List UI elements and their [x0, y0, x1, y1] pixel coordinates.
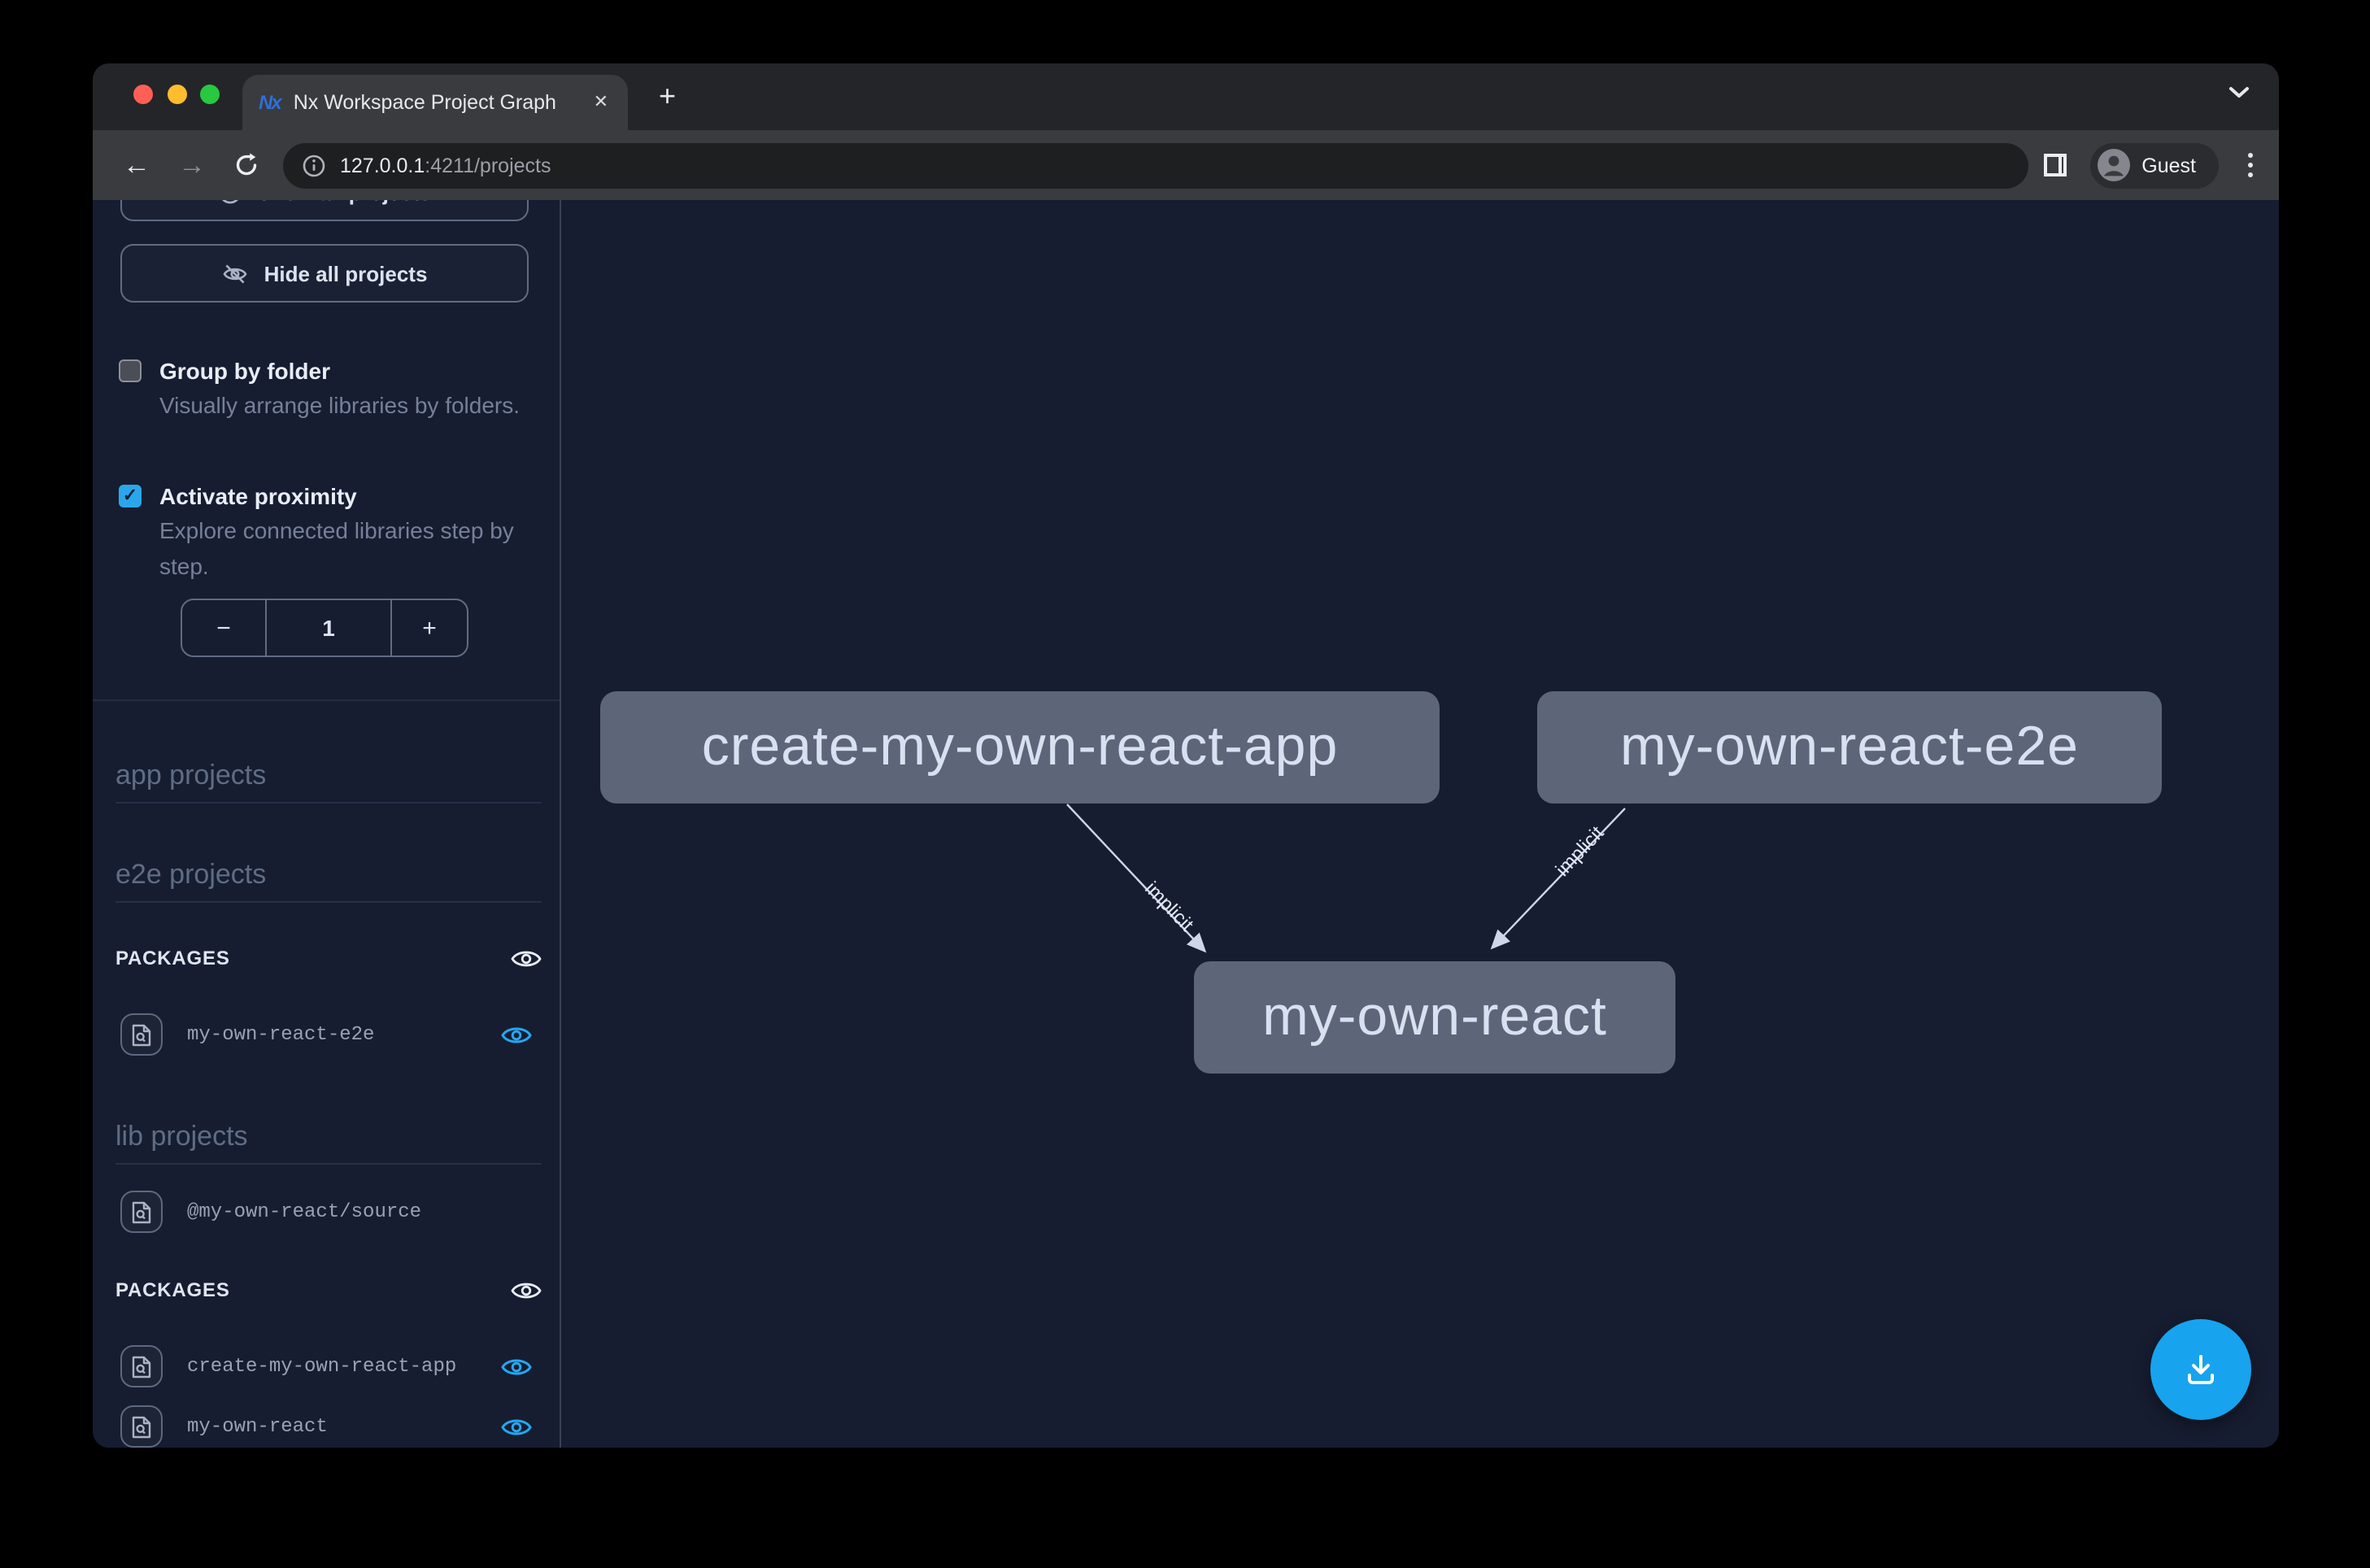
lib-projects-heading: lib projects	[115, 1121, 542, 1165]
eye-icon[interactable]	[511, 1279, 542, 1300]
browser-toolbar: ← → 127.0.0.1:4211/projects Gu	[93, 130, 2279, 200]
activate-proximity-description: Explore connected libraries step by step…	[159, 512, 534, 584]
show-all-label: Show all projects	[257, 200, 431, 204]
project-row-my-own-react-e2e: my-own-react-e2e	[120, 1013, 542, 1056]
url-host: 127.0.0.1	[340, 154, 425, 176]
browser-window: Nx Nx Workspace Project Graph ✕ + ← → 12…	[93, 63, 2279, 1448]
packages-section-header: PACKAGES	[115, 1278, 542, 1301]
sidebar-divider	[93, 699, 561, 701]
file-search-button[interactable]	[120, 1013, 163, 1056]
edge-label: implicit	[1140, 878, 1198, 936]
close-tab-icon[interactable]: ✕	[590, 90, 612, 115]
eye-icon[interactable]	[511, 947, 542, 969]
project-row-create-my-own-react-app: create-my-own-react-app	[120, 1345, 542, 1387]
avatar-icon	[2096, 148, 2130, 182]
profile-name: Guest	[2141, 154, 2196, 176]
eye-off-icon	[222, 259, 250, 287]
activate-proximity-label: Activate proximity	[159, 483, 357, 509]
decrement-button[interactable]: −	[182, 600, 265, 656]
packages-title: PACKAGES	[115, 1278, 230, 1301]
split-view-icon[interactable]	[2042, 153, 2067, 177]
chevron-down-icon[interactable]	[2228, 86, 2250, 99]
group-by-folder-option: Group by folder Visually arrange librari…	[119, 358, 540, 423]
group-by-folder-description: Visually arrange libraries by folders.	[159, 387, 534, 423]
project-row-my-own-react-source: @my-own-react/source	[120, 1191, 542, 1233]
packages-section-header: PACKAGES	[115, 947, 542, 969]
graph-node-my-own-react-e2e[interactable]: my-own-react-e2e	[1537, 691, 2162, 804]
address-bar[interactable]: 127.0.0.1:4211/projects	[283, 142, 2028, 188]
file-search-button[interactable]	[120, 1191, 163, 1233]
stepper-value: 1	[265, 600, 392, 656]
eye-icon-blue[interactable]	[501, 1416, 532, 1437]
sidebar: Show all projects Hide all projects	[93, 200, 561, 1448]
close-window-button[interactable]	[133, 85, 153, 104]
minimize-window-button[interactable]	[167, 85, 186, 104]
eye-icon-blue[interactable]	[501, 1356, 532, 1377]
new-tab-button[interactable]: +	[659, 81, 676, 111]
eye-icon-blue[interactable]	[501, 1024, 532, 1045]
hide-all-label: Hide all projects	[264, 261, 428, 285]
tab-title: Nx Workspace Project Graph	[294, 91, 577, 114]
nx-logo-icon: Nx	[259, 91, 281, 114]
tab-nx-workspace-project-graph[interactable]: Nx Nx Workspace Project Graph ✕	[242, 75, 628, 130]
back-icon[interactable]: ←	[115, 144, 158, 186]
hide-all-projects-button[interactable]: Hide all projects	[120, 244, 529, 303]
e2e-projects-heading: e2e projects	[115, 859, 542, 903]
increment-button[interactable]: +	[392, 600, 467, 656]
kebab-menu-icon[interactable]	[2241, 153, 2259, 177]
url-path: :4211/projects	[425, 154, 551, 176]
nx-graph-app: Show all projects Hide all projects	[93, 200, 2279, 1448]
traffic-lights	[133, 85, 220, 104]
download-icon	[2181, 1350, 2220, 1389]
activate-proximity-option: ✓ Activate proximity Explore connected l…	[119, 483, 540, 584]
download-graph-button[interactable]	[2150, 1319, 2251, 1420]
edge-e2e-to-my-own-react[interactable]	[1493, 808, 1625, 947]
activate-proximity-checkbox[interactable]: ✓	[119, 485, 142, 507]
show-all-icon	[218, 200, 242, 204]
group-by-folder-checkbox[interactable]	[119, 359, 142, 382]
project-row-my-own-react: my-own-react	[120, 1405, 542, 1448]
profile-button[interactable]: Guest	[2089, 142, 2219, 188]
info-icon[interactable]	[303, 154, 325, 176]
group-by-folder-label: Group by folder	[159, 358, 330, 384]
packages-title: PACKAGES	[115, 947, 230, 969]
graph-edges: implicit implicit	[561, 200, 2279, 1448]
project-name[interactable]: my-own-react	[187, 1415, 501, 1438]
show-all-projects-button[interactable]: Show all projects	[120, 200, 529, 221]
project-graph-canvas[interactable]: implicit implicit create-my-own-react-ap…	[561, 200, 2279, 1448]
project-name[interactable]: create-my-own-react-app	[187, 1355, 501, 1378]
graph-node-create-my-own-react-app[interactable]: create-my-own-react-app	[600, 691, 1440, 804]
tab-strip: Nx Nx Workspace Project Graph ✕ +	[93, 63, 2279, 130]
file-search-button[interactable]	[120, 1345, 163, 1387]
edge-label: implicit	[1552, 822, 1609, 881]
file-search-button[interactable]	[120, 1405, 163, 1448]
project-name[interactable]: @my-own-react/source	[187, 1200, 542, 1223]
maximize-window-button[interactable]	[200, 85, 220, 104]
url-text: 127.0.0.1:4211/projects	[340, 154, 551, 176]
forward-icon[interactable]: →	[171, 144, 213, 186]
reload-icon[interactable]	[224, 144, 267, 186]
proximity-depth-stepper: − 1 +	[181, 599, 468, 657]
graph-node-my-own-react[interactable]: my-own-react	[1194, 961, 1675, 1074]
project-name[interactable]: my-own-react-e2e	[187, 1023, 501, 1046]
app-projects-heading: app projects	[115, 760, 542, 804]
